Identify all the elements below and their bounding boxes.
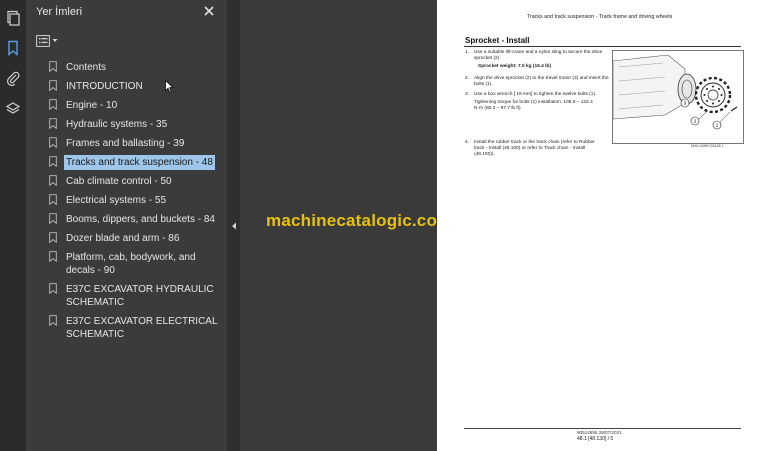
step-sub: Tightening torque for bolts (1) installa… [474, 100, 593, 112]
collapse-arrow-icon[interactable] [231, 222, 237, 230]
bookmark-item[interactable]: Dozer blade and arm - 86 [46, 229, 226, 248]
step-3: 3. Use a box wrench [ 19 mm] to tighten … [465, 92, 610, 113]
bookmark-label: E37C EXCAVATOR ELECTRICAL SCHEMATIC [66, 316, 218, 340]
bookmark-icon [49, 118, 57, 129]
bookmark-icon [49, 137, 57, 148]
step-text: Use a suitable lift-crane and a nylon sl… [474, 50, 603, 62]
bookmark-item[interactable]: Electrical systems - 55 [46, 191, 226, 210]
step-text: Align the drive sprocket (2) to the trav… [474, 76, 609, 88]
left-tool-rail [0, 0, 27, 451]
bookmark-item[interactable]: INTRODUCTION [46, 77, 226, 96]
bookmark-item[interactable]: Platform, cab, bodywork, and decals - 90 [46, 248, 226, 280]
step-sub: Sprocket weight: 7.0 kg (15.4 lb) [478, 64, 552, 70]
options-list-icon [36, 34, 50, 47]
sprocket-illustration: 3 2 1 [612, 50, 744, 144]
bookmark-label: Cab climate control - 50 [66, 176, 172, 187]
bookmark-label: Platform, cab, bodywork, and decals - 90 [66, 252, 196, 276]
bookmarks-panel: Yer İmleri Contents INTRODUCTION Engine - … [26, 0, 227, 451]
mouse-cursor-icon [165, 80, 174, 93]
step-number: 1. [465, 50, 470, 55]
bookmark-icon [49, 283, 57, 294]
bookmark-icon [49, 251, 57, 262]
bookmark-label: Tracks and track suspension - 48 [64, 155, 215, 170]
bookmark-icon [49, 61, 57, 72]
bookmark-item[interactable]: Hydraulic systems - 35 [46, 115, 226, 134]
step-2: 2. Align the drive sprocket (2) to the t… [465, 76, 610, 88]
bookmark-item[interactable]: Engine - 10 [46, 96, 226, 115]
layers-icon[interactable] [5, 101, 21, 117]
page-header: Tracks and track suspension - Track fram… [527, 14, 673, 20]
bookmark-icon [49, 315, 57, 326]
attachment-icon[interactable] [5, 70, 21, 86]
panel-splitter[interactable] [227, 0, 240, 451]
watermark-text: machinecatalogic.com [266, 211, 453, 230]
bookmark-icon [49, 99, 57, 110]
pdf-page[interactable]: Tracks and track suspension - Track fram… [437, 0, 768, 451]
page-heading: Sprocket - Install [465, 36, 530, 45]
bookmark-item[interactable]: E37C EXCAVATOR ELECTRICAL SCHEMATIC [46, 312, 226, 344]
step-number: 2. [465, 76, 470, 81]
footer-code: 90514555 28/07/2021 [577, 430, 622, 435]
step-1: 1. Use a suitable lift-crane and a nylon… [465, 50, 610, 71]
bookmark-label: Dozer blade and arm - 86 [66, 233, 180, 244]
bookmark-label: Engine - 10 [66, 100, 118, 111]
footer-rule [464, 428, 741, 429]
step-4: 4. Install the rubber track or the track… [465, 140, 605, 159]
step-number: 4. [465, 140, 470, 145]
bookmark-label: Frames and ballasting - 39 [66, 138, 185, 149]
bookmark-icon [49, 156, 57, 167]
step-text: Install the rubber track or the track ch… [474, 140, 595, 158]
bookmark-label: INTRODUCTION [66, 81, 143, 92]
bookmark-label: Hydraulic systems - 35 [66, 119, 168, 130]
bookmark-label: Electrical systems - 55 [66, 195, 167, 206]
bookmark-label: E37C EXCAVATOR HYDRAULIC SCHEMATIC [66, 284, 214, 308]
bookmark-options-button[interactable] [36, 33, 62, 48]
heading-rule [464, 46, 741, 47]
pages-thumbnail-icon[interactable] [5, 10, 21, 26]
bookmark-icon [49, 213, 57, 224]
step-number: 3. [465, 92, 470, 97]
chevron-down-icon [52, 39, 58, 42]
bookmark-icon [49, 175, 57, 186]
bookmark-item[interactable]: Booms, dippers, and buckets - 84 [46, 210, 226, 229]
bookmark-icon[interactable] [5, 40, 21, 56]
bookmark-item[interactable]: Cab climate control - 50 [46, 172, 226, 191]
bookmark-icon [49, 80, 57, 91]
bookmark-label: Contents [66, 62, 107, 73]
bookmark-icon [49, 232, 57, 243]
step-text: Use a box wrench [ 19 mm] to tighten the… [474, 92, 597, 97]
bookmark-item[interactable]: E37C EXCAVATOR HYDRAULIC SCHEMATIC [46, 280, 226, 312]
bookmark-label: Booms, dippers, and buckets - 84 [66, 214, 215, 225]
bookmark-list: Contents INTRODUCTION Engine - 10 Hydraulic… [46, 58, 226, 344]
footer-page: 48.1 [48.130] / 5 [577, 436, 614, 442]
close-icon[interactable] [202, 4, 216, 18]
panel-title: Yer İmleri [36, 6, 83, 18]
bookmark-item[interactable]: Frames and ballasting - 39 [46, 134, 226, 153]
bookmark-icon [49, 194, 57, 205]
bookmark-item[interactable]: Tracks and track suspension - 48 [46, 153, 226, 172]
bookmark-item[interactable]: Contents [46, 58, 226, 77]
figure-caption: NHIL19WEX00168 1 [691, 144, 724, 148]
